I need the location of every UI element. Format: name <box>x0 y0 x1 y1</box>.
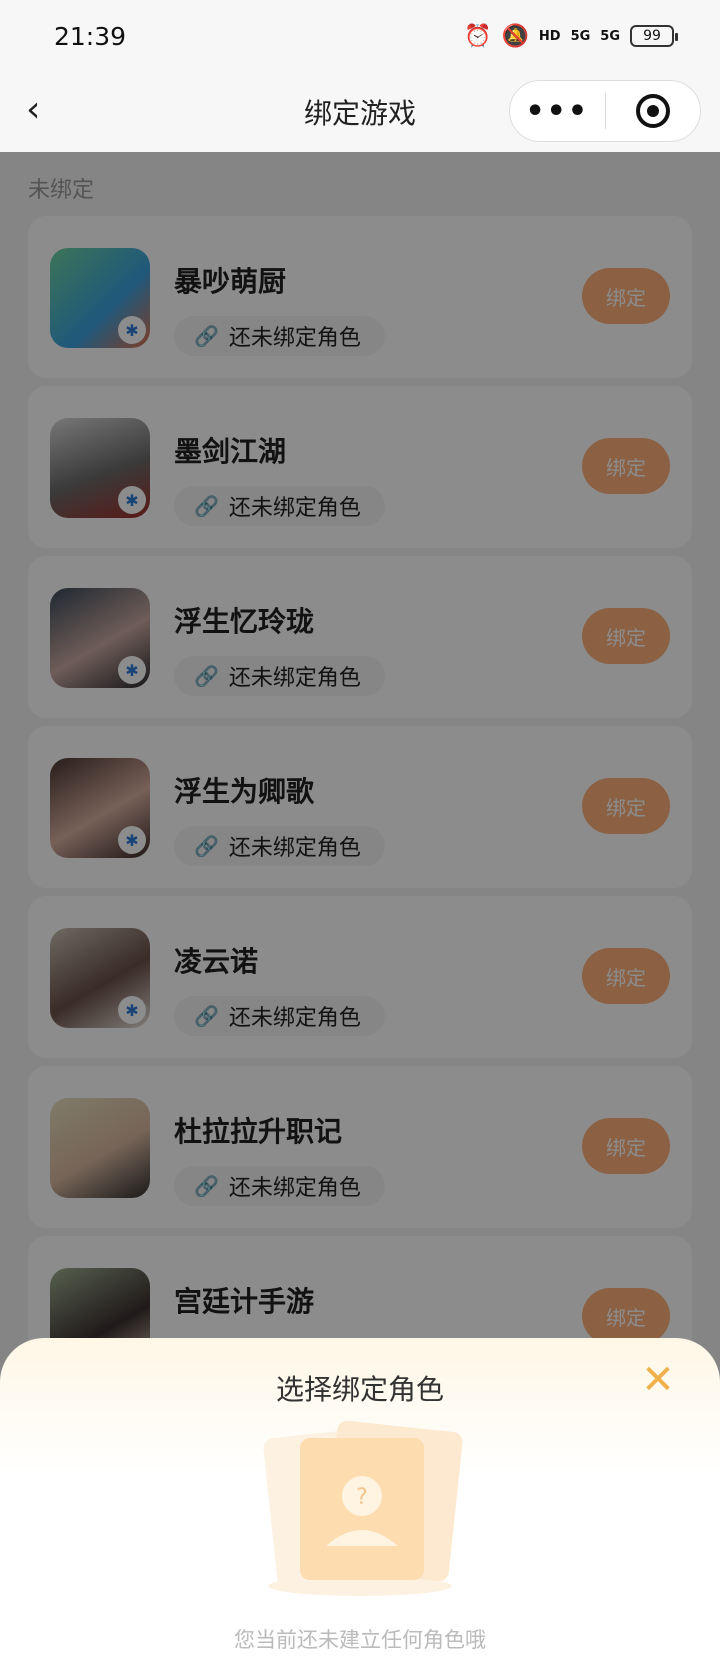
close-icon[interactable]: ✕ <box>636 1358 680 1402</box>
sheet-title: 选择绑定角色 <box>275 1373 444 1406</box>
svg-text:?: ? <box>356 1485 368 1510</box>
battery-icon: 99 <box>630 25 678 47</box>
select-role-sheet: 选择绑定角色 ✕ ? 您当前还未建立任何角色哦 <box>0 1338 720 1680</box>
empty-role-illustration: ? <box>263 1420 463 1596</box>
status-bar: 21:39 ⏰ 🔕 HD 5G 5G 99 <box>0 0 720 72</box>
status-icons: ⏰ 🔕 HD 5G 5G 99 <box>464 23 678 49</box>
close-mini-program-button[interactable] <box>605 94 700 128</box>
mini-program-capsule: ••• <box>509 80 701 142</box>
nav-bar: ‹ 绑定游戏 ••• <box>0 72 720 152</box>
signal-5g-icon: 5G <box>570 28 591 44</box>
empty-state-text: 您当前还未建立任何角色哦 <box>234 1628 486 1652</box>
mute-bell-icon: 🔕 <box>501 23 529 49</box>
alarm-icon: ⏰ <box>464 23 492 49</box>
signal-5g-icon-2: 5G <box>600 28 620 44</box>
target-icon <box>635 94 670 128</box>
hd-icon: HD <box>538 28 561 44</box>
status-time: 21:39 <box>54 21 127 51</box>
more-button[interactable]: ••• <box>510 94 605 129</box>
